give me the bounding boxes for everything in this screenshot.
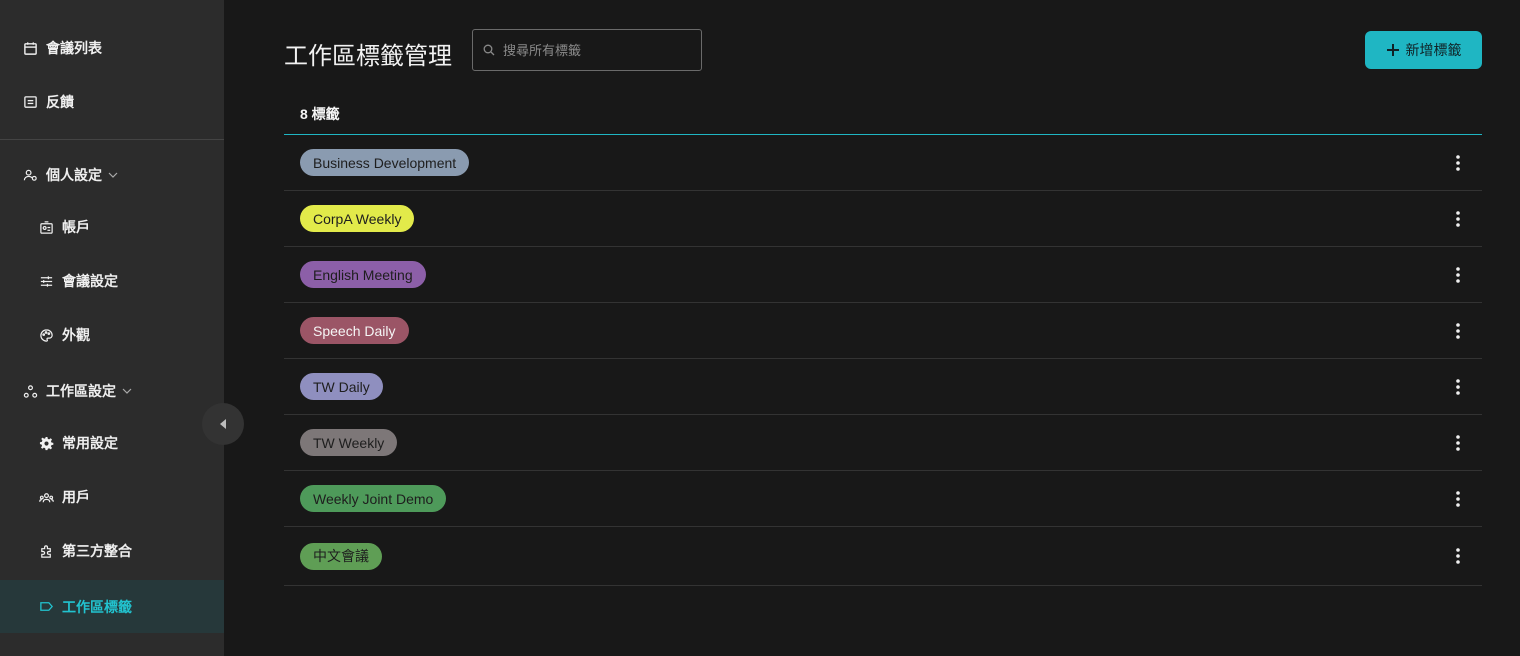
more-options-icon[interactable] [1450, 153, 1466, 173]
workspace-icon [22, 383, 38, 399]
tag-list: Business Development CorpA Weekly Englis… [284, 135, 1482, 586]
sidebar-divider [0, 139, 224, 140]
more-options-icon[interactable] [1450, 489, 1466, 509]
table-row: English Meeting [284, 247, 1482, 303]
sidebar: 會議列表 反饋 個人設定 帳戶 會議設定 外觀 工作區設定 常用設定 用戶 第三… [0, 0, 224, 656]
sidebar-item-label: 會議列表 [46, 40, 102, 56]
tag-count: 8 標籤 [300, 106, 340, 122]
sidebar-item-users[interactable]: 用戶 [0, 471, 224, 523]
sidebar-item-label: 個人設定 [46, 167, 102, 183]
table-row: TW Weekly [284, 415, 1482, 471]
tag-chip[interactable]: Weekly Joint Demo [300, 485, 447, 512]
sidebar-item-appearance[interactable]: 外觀 [0, 309, 224, 361]
sidebar-item-meeting-settings[interactable]: 會議設定 [0, 255, 224, 307]
tag-chip[interactable]: 中文會議 [300, 542, 382, 570]
more-options-icon[interactable] [1450, 377, 1466, 397]
table-row: Weekly Joint Demo [284, 471, 1482, 527]
table-row: Business Development [284, 135, 1482, 191]
more-options-icon[interactable] [1450, 321, 1466, 341]
sidebar-item-label: 工作區設定 [46, 383, 116, 399]
calendar-icon [22, 40, 38, 56]
table-row: 中文會議 [284, 527, 1482, 586]
sliders-icon [38, 273, 54, 289]
page-title: 工作區標籤管理 [284, 43, 452, 70]
tag-icon [38, 599, 54, 615]
sidebar-item-account[interactable]: 帳戶 [0, 201, 224, 253]
palette-icon [38, 327, 54, 343]
sidebar-item-label: 常用設定 [62, 435, 118, 451]
sidebar-item-general-settings[interactable]: 常用設定 [0, 417, 224, 469]
sidebar-item-feedback[interactable]: 反饋 [0, 76, 224, 128]
sidebar-item-label: 第三方整合 [62, 543, 132, 559]
sidebar-item-integrations[interactable]: 第三方整合 [0, 525, 224, 577]
chevron-down-icon [122, 386, 132, 396]
plus-icon [1386, 44, 1399, 56]
sidebar-item-label: 帳戶 [62, 219, 90, 235]
more-options-icon[interactable] [1450, 265, 1466, 285]
tag-chip[interactable]: TW Daily [300, 373, 383, 400]
sidebar-item-label: 外觀 [62, 327, 90, 343]
gear-icon [38, 435, 54, 451]
sidebar-item-workspace-tags[interactable]: 工作區標籤 [0, 580, 224, 633]
more-options-icon[interactable] [1450, 209, 1466, 229]
tag-chip[interactable]: English Meeting [300, 261, 426, 288]
tag-chip[interactable]: Speech Daily [300, 317, 409, 344]
sidebar-item-label: 工作區標籤 [62, 598, 132, 615]
chevron-down-icon [108, 170, 118, 180]
tag-chip[interactable]: CorpA Weekly [300, 205, 415, 232]
sidebar-item-label: 會議設定 [62, 273, 118, 289]
more-options-icon[interactable] [1450, 546, 1466, 566]
tag-chip[interactable]: TW Weekly [300, 429, 398, 456]
users-icon [38, 489, 54, 505]
caret-left-icon [220, 419, 226, 429]
sidebar-item-label: 反饋 [46, 94, 74, 110]
tag-chip[interactable]: Business Development [300, 149, 470, 176]
more-options-icon[interactable] [1450, 433, 1466, 453]
collapse-sidebar-button[interactable] [202, 403, 244, 445]
puzzle-icon [38, 543, 54, 559]
search-box[interactable] [472, 29, 702, 71]
search-icon [483, 44, 495, 56]
sidebar-item-label: 用戶 [62, 489, 90, 505]
add-tag-label: 新增標籤 [1405, 42, 1462, 58]
table-row: TW Daily [284, 359, 1482, 415]
table-row: CorpA Weekly [284, 191, 1482, 247]
sidebar-group-personal-settings[interactable]: 個人設定 [0, 149, 224, 201]
search-input[interactable] [503, 42, 693, 58]
user-settings-icon [22, 167, 38, 183]
sidebar-item-meeting-list[interactable]: 會議列表 [0, 22, 224, 74]
add-tag-button[interactable]: 新增標籤 [1365, 31, 1482, 69]
table-row: Speech Daily [284, 303, 1482, 359]
feedback-icon [22, 94, 38, 110]
id-card-icon [38, 219, 54, 235]
sidebar-group-workspace-settings[interactable]: 工作區設定 [0, 365, 224, 417]
